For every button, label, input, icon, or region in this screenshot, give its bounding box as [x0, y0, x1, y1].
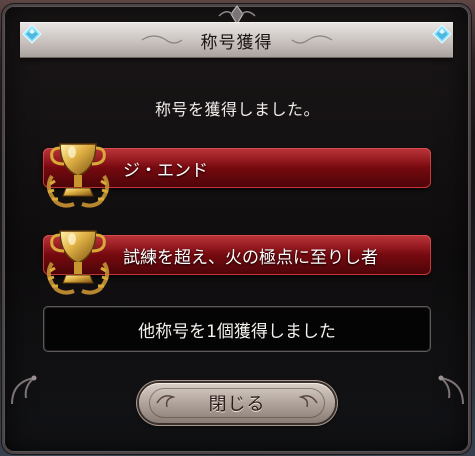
- gem-left-icon: [22, 24, 42, 44]
- close-button-label: 閉じる: [208, 394, 266, 415]
- button-right-flourish-icon: [298, 395, 318, 408]
- dialog-title-bar: 称号獲得: [20, 22, 453, 58]
- game-screen: 称号獲得 称号を獲得しました。 ジ・エンド 試練を超え、火の極点に至りし者 他称…: [0, 0, 475, 456]
- corner-flourish-left-icon: [11, 375, 37, 405]
- corner-flourish-right-icon: [438, 375, 464, 405]
- other-titles-summary: 他称号を1個獲得しました: [43, 306, 431, 352]
- button-left-flourish-icon: [156, 395, 176, 408]
- dialog-title: 称号獲得: [200, 32, 273, 53]
- title-right-ornament-icon: [291, 35, 333, 44]
- gem-right-icon: [432, 24, 452, 44]
- gold-trophy-icon: [46, 230, 110, 295]
- gold-trophy-icon: [46, 143, 110, 208]
- acquired-message: 称号を獲得しました。: [154, 100, 320, 119]
- award-title: ジ・エンド: [123, 160, 208, 181]
- award-title: 試練を超え、火の極点に至りし者: [123, 247, 378, 268]
- close-button[interactable]: 閉じる: [139, 383, 335, 423]
